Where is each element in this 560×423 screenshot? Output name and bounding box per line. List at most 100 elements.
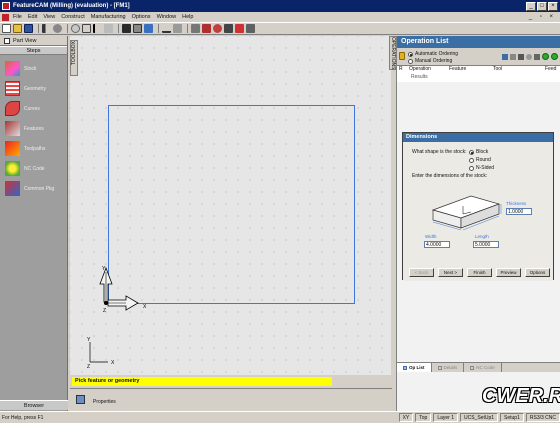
render-icon[interactable] <box>224 24 233 33</box>
col-operation[interactable]: Operation <box>409 66 449 74</box>
finish-button[interactable]: Finish <box>467 268 492 277</box>
operation-list-bottom-tabs: Op List Details NC Code <box>397 362 560 372</box>
simulate-go-icon[interactable] <box>542 53 549 60</box>
lasso-icon[interactable] <box>104 24 113 33</box>
mdi-window-buttons[interactable]: _ ▫ × <box>529 14 556 20</box>
automatic-ordering-radio[interactable]: Automatic Ordering <box>408 51 458 57</box>
shape-nsided-radio[interactable]: N-Sided <box>469 165 494 171</box>
document-icon[interactable] <box>2 13 9 21</box>
settings-icon[interactable] <box>246 24 255 33</box>
tab-details[interactable]: Details <box>432 363 465 372</box>
select-arrow-icon[interactable] <box>93 24 102 33</box>
back-button[interactable]: < Back <box>409 268 434 277</box>
shape-nsided-label: N-Sided <box>476 165 495 171</box>
thickness-field[interactable]: 1.0000 <box>506 208 532 215</box>
menu-edit[interactable]: Edit <box>28 14 37 20</box>
paste-icon[interactable] <box>133 24 142 33</box>
op-delete-icon[interactable] <box>534 53 540 60</box>
step-geometry[interactable]: Geometry <box>5 81 46 96</box>
tab-op-list[interactable]: Op List <box>397 363 432 372</box>
properties-label[interactable]: Properties <box>93 399 116 405</box>
browser-tab[interactable]: Browser <box>0 400 68 410</box>
move-icon[interactable] <box>42 24 51 33</box>
line-tool-icon[interactable] <box>173 24 182 33</box>
manual-ordering-label: Manual Ordering <box>415 58 453 64</box>
width-field[interactable]: 4.0000 <box>424 241 450 248</box>
tab-nc-code[interactable]: NC Code <box>464 363 502 372</box>
toolbox-tab[interactable]: TOOLBOX <box>70 40 78 76</box>
status-help-text: For Help, press F1 <box>2 414 44 421</box>
stock-block-diagram <box>431 195 502 231</box>
op-properties-icon[interactable] <box>510 53 516 60</box>
step-curves-label: Curves <box>24 105 40 112</box>
simulate-icon[interactable] <box>202 24 211 33</box>
triad-y-label: Y <box>87 337 91 343</box>
maximize-button[interactable]: □ <box>537 1 547 11</box>
lock-icon[interactable] <box>399 52 405 60</box>
op-edit-icon[interactable] <box>518 53 524 60</box>
shape-round-radio[interactable]: Round <box>469 157 491 163</box>
manual-ordering-radio[interactable]: Manual Ordering <box>408 58 452 64</box>
step-features-label: Features <box>24 125 44 132</box>
col-tool[interactable]: Tool <box>493 66 545 74</box>
status-plane: XY <box>398 413 414 422</box>
options-button[interactable]: Options <box>525 268 550 277</box>
shape-block-radio[interactable]: Block <box>469 149 488 155</box>
properties-icon[interactable] <box>76 395 85 404</box>
sort-icon[interactable] <box>502 53 508 60</box>
step-stock[interactable]: Stock <box>5 61 37 76</box>
wizard-icon[interactable] <box>191 24 200 33</box>
copy-icon[interactable] <box>122 24 131 33</box>
open-folder-icon[interactable] <box>13 24 22 33</box>
step-features[interactable]: Features <box>5 121 44 136</box>
app-icon <box>2 2 10 10</box>
col-feature[interactable]: Feature <box>449 66 493 74</box>
nc-go-icon[interactable] <box>551 53 558 60</box>
stop-icon[interactable] <box>235 24 244 33</box>
snap-icon[interactable] <box>162 24 171 33</box>
cross-icon[interactable] <box>82 24 91 33</box>
menu-help[interactable]: Help <box>182 14 193 20</box>
part-view-header[interactable]: Part View <box>0 36 67 46</box>
menu-file[interactable]: File <box>13 14 22 20</box>
no-entry-icon[interactable] <box>71 24 80 33</box>
common-pkg-icon <box>5 181 20 196</box>
curves-icon <box>5 101 20 116</box>
save-icon[interactable] <box>24 24 33 33</box>
menu-view[interactable]: View <box>43 14 55 20</box>
step-common-pkg[interactable]: Common Pkg <box>5 181 54 196</box>
step-nc-code[interactable]: NC Code <box>5 161 45 176</box>
new-file-icon[interactable] <box>2 24 11 33</box>
menu-manufacturing[interactable]: Manufacturing <box>91 14 126 20</box>
close-button[interactable]: × <box>548 1 558 11</box>
sphere-icon[interactable] <box>53 24 62 33</box>
menu-options[interactable]: Options <box>132 14 151 20</box>
step-nc-code-label: NC Code <box>24 165 45 172</box>
col-r[interactable]: R <box>399 66 409 74</box>
minimize-button[interactable]: _ <box>526 1 536 11</box>
command-prompt: Pick feature or geometry <box>72 377 332 386</box>
step-curves[interactable]: Curves <box>5 101 40 116</box>
menu-window[interactable]: Window <box>157 14 177 20</box>
length-field[interactable]: 5.0000 <box>473 241 499 248</box>
step-toolpaths[interactable]: Toolpaths <box>5 141 45 156</box>
toolpath-icon[interactable] <box>213 24 222 33</box>
origin-z-label: Z <box>103 308 106 314</box>
automatic-ordering-label: Automatic Ordering <box>415 51 459 57</box>
col-feed[interactable]: Feed <box>545 66 559 74</box>
menu-construct[interactable]: Construct <box>61 14 85 20</box>
preview-button[interactable]: Preview <box>496 268 521 277</box>
op-tool-icon[interactable] <box>526 53 532 60</box>
steps-tab[interactable]: Steps <box>0 46 67 55</box>
results-row[interactable]: Results <box>397 74 560 82</box>
toolbox-tab-label: TOOLBOX <box>71 41 77 66</box>
radio-on-icon <box>408 51 413 57</box>
stock-shape-question: What shape is the stock: <box>412 149 467 155</box>
status-view: Top <box>415 413 432 422</box>
print-icon[interactable] <box>144 24 153 33</box>
next-button[interactable]: Next > <box>438 268 463 277</box>
details-tab-icon <box>437 365 442 370</box>
view-triad: Y X Z <box>87 337 115 368</box>
steps-panel: Part View Steps Stock Geometry Curves Fe… <box>0 36 68 411</box>
dimensions-dialog-title: Dimensions <box>403 133 553 142</box>
